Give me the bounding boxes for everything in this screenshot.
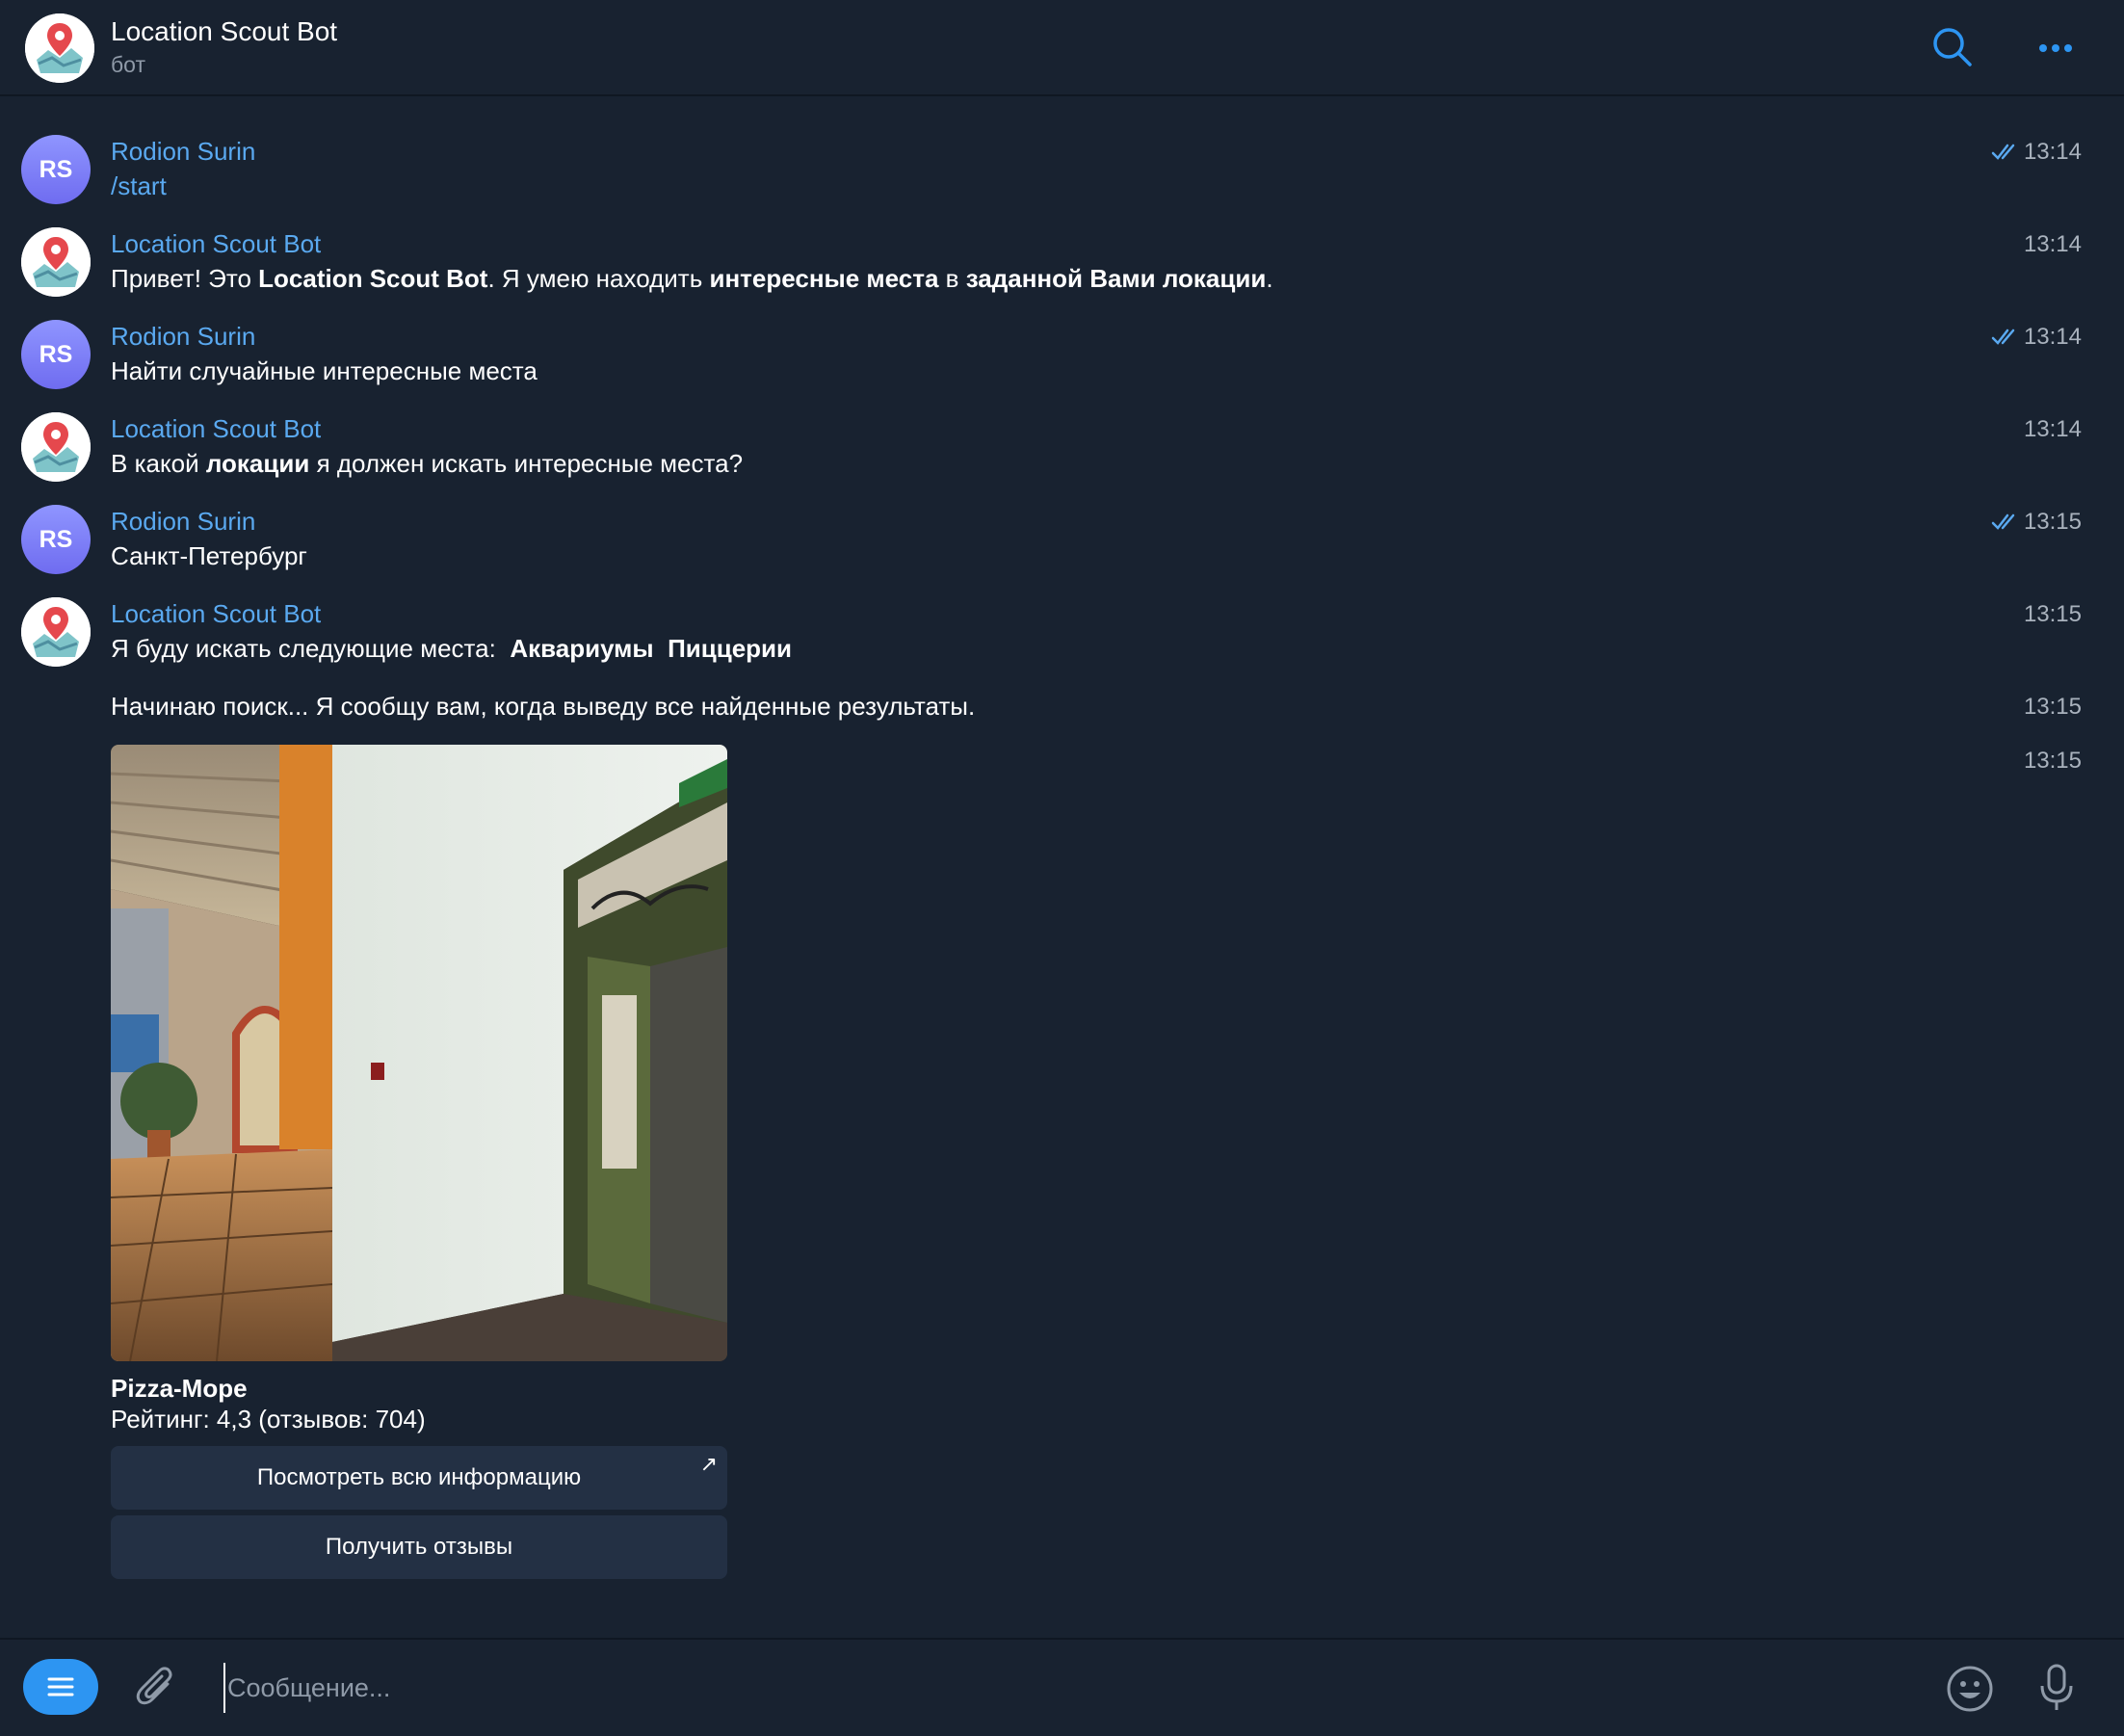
message-sender[interactable]: Location Scout Bot <box>111 414 321 444</box>
search-icon[interactable] <box>1930 25 1975 74</box>
message-sender[interactable]: Rodion Surin <box>111 322 255 352</box>
message-sender[interactable]: Rodion Surin <box>111 507 255 537</box>
more-icon[interactable] <box>2036 37 2075 65</box>
menu-icon <box>47 1677 74 1697</box>
view-info-label: Посмотреть всю информацию <box>256 1464 582 1490</box>
message-input[interactable] <box>223 1663 1905 1713</box>
message-text: Начинаю поиск... Я сообщу вам, когда выв… <box>111 692 976 721</box>
menu-button[interactable] <box>23 1659 98 1715</box>
double-check-icon <box>1991 329 2015 345</box>
attach-icon[interactable] <box>135 1665 179 1716</box>
view-info-button[interactable]: Посмотреть всю информацию ↗ <box>111 1446 727 1510</box>
user-avatar[interactable]: RS <box>21 505 91 574</box>
message-time: 13:14 <box>2023 416 2082 442</box>
double-check-icon <box>1991 144 2015 160</box>
chat-title[interactable]: Location Scout Bot <box>111 16 337 47</box>
message-time: 13:15 <box>2023 694 2082 720</box>
place-rating: Рейтинг: 4,3 (отзывов: 704) <box>111 1405 426 1434</box>
message-time: 13:15 <box>2023 601 2082 627</box>
get-reviews-button[interactable]: Получить отзывы <box>111 1515 727 1579</box>
message-text: Я буду искать следующие места: Аквариумы… <box>111 634 793 663</box>
message-sender[interactable]: Rodion Surin <box>111 137 255 167</box>
message-time: 13:15 <box>2023 748 2082 774</box>
emoji-icon[interactable] <box>1946 1665 1994 1718</box>
user-avatar[interactable]: RS <box>21 320 91 389</box>
bot-avatar[interactable] <box>21 597 91 667</box>
message-time: 13:14 <box>2023 324 2082 350</box>
message-sender[interactable]: Location Scout Bot <box>111 599 321 629</box>
message-text: Санкт-Петербург <box>111 541 307 570</box>
microphone-icon[interactable] <box>2037 1663 2076 1718</box>
message-time: 13:14 <box>2023 231 2082 257</box>
message-text: Привет! Это Location Scout Bot. Я умею н… <box>111 264 1273 293</box>
message-composer <box>0 1638 2124 1736</box>
double-check-icon <box>1991 513 2015 530</box>
place-photo[interactable] <box>111 745 727 1361</box>
place-title: Pizza-Море <box>111 1374 248 1403</box>
message-time: 13:14 <box>2023 139 2082 165</box>
message-sender[interactable]: Location Scout Bot <box>111 229 321 259</box>
bot-avatar[interactable] <box>25 13 94 83</box>
chat-header: Location Scout Bot бот <box>0 0 2124 96</box>
command-link[interactable]: /start <box>111 171 167 201</box>
bot-avatar[interactable] <box>21 227 91 297</box>
open-link-icon: ↗ <box>699 1452 718 1476</box>
bot-avatar[interactable] <box>21 412 91 482</box>
user-avatar[interactable]: RS <box>21 135 91 204</box>
chat-subtitle: бот <box>111 52 145 77</box>
get-reviews-label: Получить отзывы <box>325 1534 513 1560</box>
message-time: 13:15 <box>2023 509 2082 535</box>
message-text: Найти случайные интересные места <box>111 356 538 385</box>
message-text: В какой локации я должен искать интересн… <box>111 449 744 478</box>
